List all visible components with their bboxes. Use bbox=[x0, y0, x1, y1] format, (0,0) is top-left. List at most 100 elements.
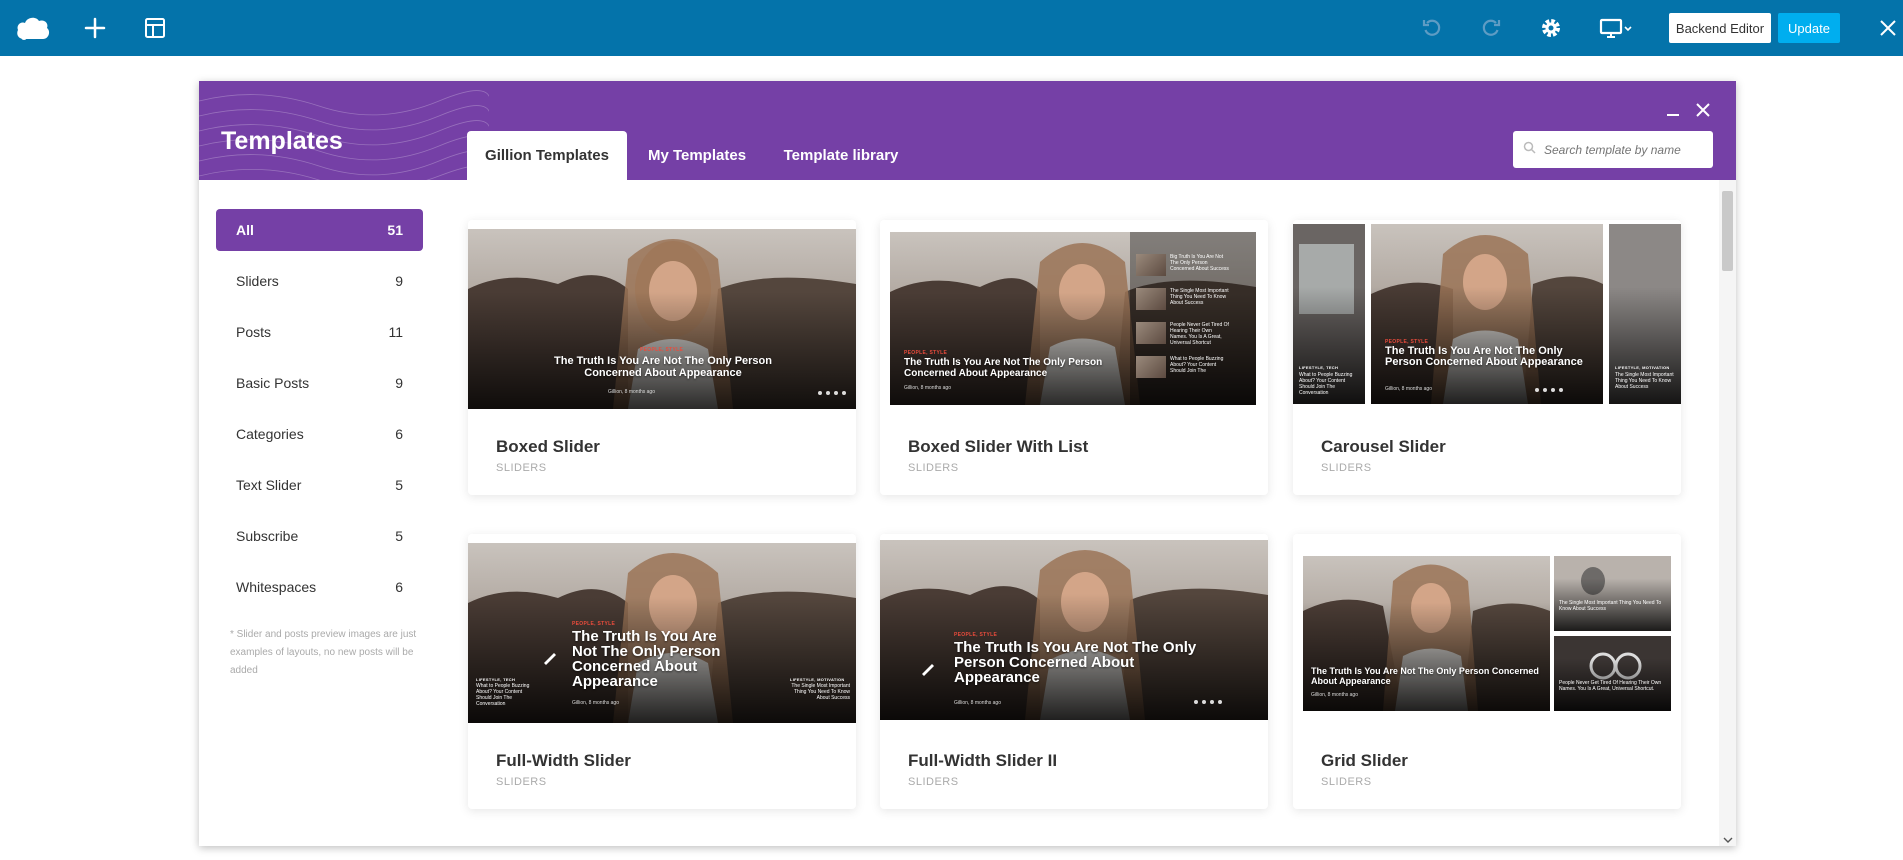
plus-icon[interactable] bbox=[78, 0, 112, 56]
template-card-carousel-slider[interactable]: LIFESTYLE, TECH What to People Buzzing A… bbox=[1293, 220, 1681, 495]
modal-title: Templates bbox=[221, 127, 343, 155]
template-card-grid-slider[interactable]: The Truth Is You Are Not The Only Person… bbox=[1293, 534, 1681, 809]
template-category: SLIDERS bbox=[1321, 462, 1372, 474]
category-whitespaces[interactable]: Whitespaces 6 bbox=[216, 566, 423, 608]
template-preview-image: PEOPLE, STYLE The Truth Is You Are Not T… bbox=[880, 540, 1268, 720]
category-count: 9 bbox=[395, 273, 403, 289]
category-categories[interactable]: Categories 6 bbox=[216, 413, 423, 455]
preview-side-text: People Never Get Tired Of Hearing Their … bbox=[1559, 680, 1662, 692]
preview-meta: Gillion, 8 months ago bbox=[1311, 692, 1358, 698]
preview-category-label: PEOPLE, STYLE bbox=[572, 621, 616, 627]
category-count: 9 bbox=[395, 375, 403, 391]
category-label: Text Slider bbox=[236, 477, 302, 493]
category-text-slider[interactable]: Text Slider 5 bbox=[216, 464, 423, 506]
search-icon bbox=[1523, 141, 1536, 159]
preview-list-item: The Single Most Important Thing You Need… bbox=[1136, 288, 1230, 310]
category-count: 11 bbox=[388, 324, 403, 340]
preview-meta: Gillion, 8 months ago bbox=[608, 389, 655, 395]
template-card-full-width-slider-ii[interactable]: PEOPLE, STYLE The Truth Is You Are Not T… bbox=[880, 534, 1268, 809]
category-count: 6 bbox=[395, 579, 403, 595]
category-label: Posts bbox=[236, 324, 272, 340]
preview-category-label: PEOPLE, STYLE bbox=[954, 632, 998, 638]
monitor-icon[interactable] bbox=[1596, 0, 1636, 56]
preview-list-item: Big Truth Is You Are Not The Only Person… bbox=[1136, 254, 1230, 276]
category-count: 6 bbox=[395, 426, 403, 442]
category-posts[interactable]: Posts 11 bbox=[216, 311, 423, 353]
template-category: SLIDERS bbox=[496, 776, 547, 788]
template-preview-image: The Truth Is You Are Not The Only Person… bbox=[1303, 556, 1671, 711]
templates-modal: Templates Gillion Templates My Templates… bbox=[199, 81, 1736, 846]
preview-side-text: The Single Most Important Thing You Need… bbox=[1615, 372, 1674, 390]
scrollbar-track[interactable] bbox=[1719, 180, 1736, 846]
slider-dots bbox=[1535, 388, 1563, 392]
tab-my-templates[interactable]: My Templates bbox=[637, 131, 757, 180]
top-toolbar: Backend Editor Update bbox=[0, 0, 1903, 56]
preview-category-label: PEOPLE, STYLE bbox=[904, 350, 948, 356]
scrollbar-thumb[interactable] bbox=[1722, 191, 1733, 271]
category-label: All bbox=[236, 222, 254, 238]
gear-icon[interactable] bbox=[1536, 0, 1566, 56]
template-preview-image: Big Truth Is You Are Not The Only Person… bbox=[890, 232, 1256, 405]
preview-side-text: The Single Most Important Thing You Need… bbox=[1559, 600, 1662, 612]
scroll-down-icon[interactable] bbox=[1723, 831, 1733, 846]
close-modal-icon[interactable] bbox=[1692, 99, 1714, 121]
category-basic-posts[interactable]: Basic Posts 9 bbox=[216, 362, 423, 404]
update-button[interactable]: Update bbox=[1778, 13, 1840, 43]
search-input[interactable] bbox=[1544, 142, 1704, 157]
category-label: Categories bbox=[236, 426, 304, 442]
category-sliders[interactable]: Sliders 9 bbox=[216, 260, 423, 302]
slider-dots bbox=[818, 391, 846, 395]
preview-headline: The Truth Is You Are Not The Only Person… bbox=[554, 355, 772, 379]
preview-category-label: LIFESTYLE, TECH bbox=[476, 677, 516, 682]
preview-category-label: PEOPLE, STYLE bbox=[640, 347, 684, 353]
preview-headline: The Truth Is You Are Not The Only Person… bbox=[1385, 345, 1583, 368]
template-category: SLIDERS bbox=[1321, 776, 1372, 788]
template-name: Carousel Slider bbox=[1321, 437, 1446, 456]
redo-icon[interactable] bbox=[1476, 0, 1506, 56]
sidebar-note: * Slider and posts preview images are ju… bbox=[230, 629, 417, 676]
template-card-full-width-slider[interactable]: PEOPLE, STYLE The Truth Is You Are Not T… bbox=[468, 534, 856, 809]
template-name: Boxed Slider With List bbox=[908, 437, 1089, 456]
backend-editor-button[interactable]: Backend Editor bbox=[1669, 13, 1771, 43]
preview-meta: Gillion, 8 months ago bbox=[1385, 386, 1432, 392]
template-preview-image: LIFESTYLE, TECH What to People Buzzing A… bbox=[1293, 224, 1681, 404]
modal-header: Templates Gillion Templates My Templates… bbox=[199, 81, 1736, 180]
category-count: 51 bbox=[387, 222, 403, 238]
category-count: 5 bbox=[395, 477, 403, 493]
preview-category-label: LIFESTYLE, MOTIVATION bbox=[1615, 365, 1670, 370]
template-name: Grid Slider bbox=[1321, 751, 1408, 770]
minimize-icon[interactable] bbox=[1662, 99, 1684, 121]
template-category: SLIDERS bbox=[908, 776, 959, 788]
template-category: SLIDERS bbox=[908, 462, 959, 474]
category-count: 5 bbox=[395, 528, 403, 544]
template-card-boxed-slider[interactable]: PEOPLE, STYLE The Truth Is You Are Not T… bbox=[468, 220, 856, 495]
cloud-logo-icon[interactable] bbox=[12, 0, 54, 56]
preview-headline: The Truth Is You Are Not The Only Person… bbox=[1311, 666, 1539, 686]
template-name: Full-Width Slider II bbox=[908, 751, 1058, 770]
template-preview-image: PEOPLE, STYLE The Truth Is You Are Not T… bbox=[468, 229, 856, 409]
template-preview-image: PEOPLE, STYLE The Truth Is You Are Not T… bbox=[468, 543, 856, 723]
slider-dots bbox=[1194, 700, 1222, 704]
template-name: Boxed Slider bbox=[496, 437, 600, 456]
tab-template-library[interactable]: Template library bbox=[771, 131, 911, 180]
preview-meta: Gillion, 8 months ago bbox=[954, 700, 1001, 706]
search-box bbox=[1513, 131, 1713, 168]
template-name: Full-Width Slider bbox=[496, 751, 631, 770]
category-all[interactable]: All 51 bbox=[216, 209, 423, 251]
preview-meta: Gillion, 8 months ago bbox=[904, 385, 951, 391]
close-icon[interactable] bbox=[1876, 0, 1900, 56]
preview-meta: Gillion, 8 months ago bbox=[572, 700, 619, 706]
preview-category-label: LIFESTYLE, TECH bbox=[1299, 365, 1339, 370]
tab-gillion-templates[interactable]: Gillion Templates bbox=[467, 131, 627, 180]
preview-category-label: LIFESTYLE, MOTIVATION bbox=[790, 677, 845, 682]
template-category: SLIDERS bbox=[496, 462, 547, 474]
template-card-boxed-slider-with-list[interactable]: Big Truth Is You Are Not The Only Person… bbox=[880, 220, 1268, 495]
preview-headline: The Truth Is You Are Not The Only Person… bbox=[954, 639, 1197, 686]
undo-icon[interactable] bbox=[1417, 0, 1447, 56]
category-label: Subscribe bbox=[236, 528, 299, 544]
category-label: Whitespaces bbox=[236, 579, 317, 595]
preview-headline: The Truth Is You Are Not The Only Person… bbox=[572, 628, 721, 690]
layout-icon[interactable] bbox=[138, 0, 172, 56]
category-subscribe[interactable]: Subscribe 5 bbox=[216, 515, 423, 557]
category-label: Sliders bbox=[236, 273, 279, 289]
